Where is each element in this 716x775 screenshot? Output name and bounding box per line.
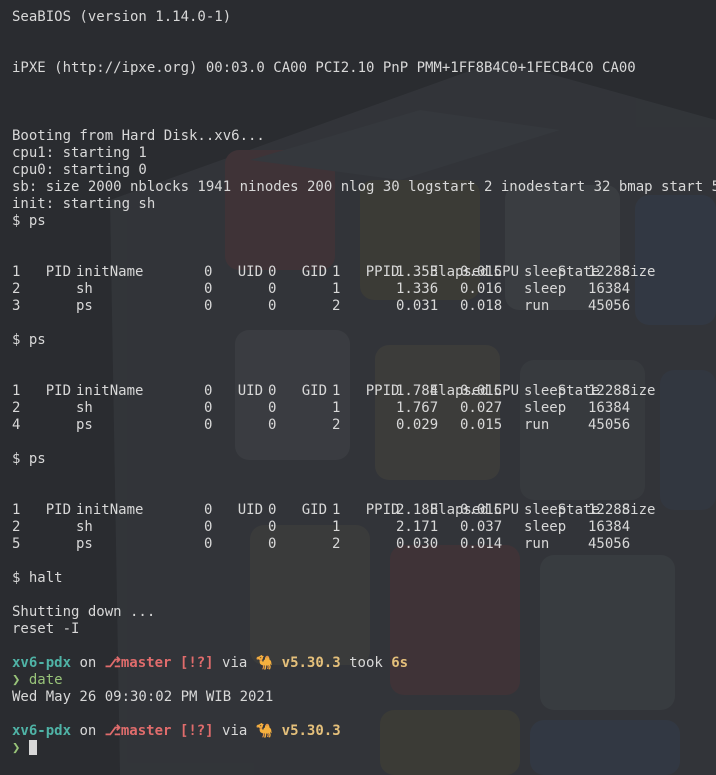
table-row: 2 sh 0 0 1 1.336 0.016 sleep 16384 [12,281,631,297]
table-row: 4 ps 0 0 2 0.029 0.015 run 45056 [12,417,631,433]
ps-table-header: PID Name UID GID PPID Elapsed CPU State Size [45,502,656,518]
table-row: 2 sh 0 0 1 2.171 0.037 sleep 16384 [12,519,631,535]
git-branch-icon: ⎇ [104,655,121,671]
ps-table-header: PID Name UID GID PPID Elapsed CPU State Size [12,247,716,280]
seabios-banner: SeaBIOS (version 1.14.0-1) [12,9,232,25]
booting-line: Booting from Hard Disk..xv6... [12,128,265,144]
command-input-line[interactable]: ❯ [12,740,716,757]
cpu0-line: cpu0: starting 0 [12,162,147,178]
ps-table-header: PID Name UID GID PPID Elapsed CPU State Size [45,383,656,399]
date-output: Wed May 26 09:30:02 PM WIB 2021 [12,689,274,705]
git-status: [!?] [179,655,214,671]
prompt-directory: xv6-pdx [12,655,72,671]
table-row: 1 init 0 0 1 1.784 0.015 sleep 12288 [12,383,631,399]
cpu1-line: cpu1: starting 1 [12,145,147,161]
command-duration: 6s [391,655,409,671]
git-branch-icon: ⎇ [104,723,121,739]
ps-command: $ ps [12,451,46,467]
shutdown-line: Shutting down ... [12,604,156,620]
init-line: init: starting sh [12,196,156,212]
table-row: 1 init 0 0 1 2.188 0.015 sleep 12288 [12,502,631,518]
ocaml-version: v5.30.3 [281,655,341,671]
camel-icon: 🐪 [255,723,274,739]
camel-icon: 🐪 [255,655,274,671]
table-row: 2 sh 0 0 1 1.767 0.027 sleep 16384 [12,400,631,416]
table-row: 5 ps 0 0 2 0.030 0.014 run 45056 [12,536,631,552]
date-command: date [28,672,63,688]
shell-prompt-info: xv6-pdx on ⎇master [!?] via 🐪 v5.30.3 [12,723,341,739]
reset-line: reset -I [12,621,80,637]
shell-prompt-info: xv6-pdx on ⎇master [!?] via 🐪 v5.30.3 to… [12,655,409,671]
table-row: 1 init 0 0 1 1.353 0.015 sleep 12288 [12,264,631,280]
ipxe-banner: iPXE (http://ipxe.org) 00:03.0 CA00 PCI2… [12,60,636,76]
halt-command: $ halt [12,570,63,586]
superblock-line: sb: size 2000 nblocks 1941 ninodes 200 n… [12,179,716,195]
date-command-line: ❯ date [12,672,716,689]
git-branch: master [120,655,172,671]
table-row: 3 ps 0 0 2 0.031 0.018 run 45056 [12,298,631,314]
terminal-output: SeaBIOS (version 1.14.0-1) iPXE (http://… [12,9,716,757]
prompt-symbol: ❯ [12,672,21,688]
ps-command: $ ps [12,332,46,348]
prompt-symbol: ❯ [12,740,21,756]
text-cursor[interactable] [28,740,37,755]
ps-command: $ ps [12,213,46,229]
